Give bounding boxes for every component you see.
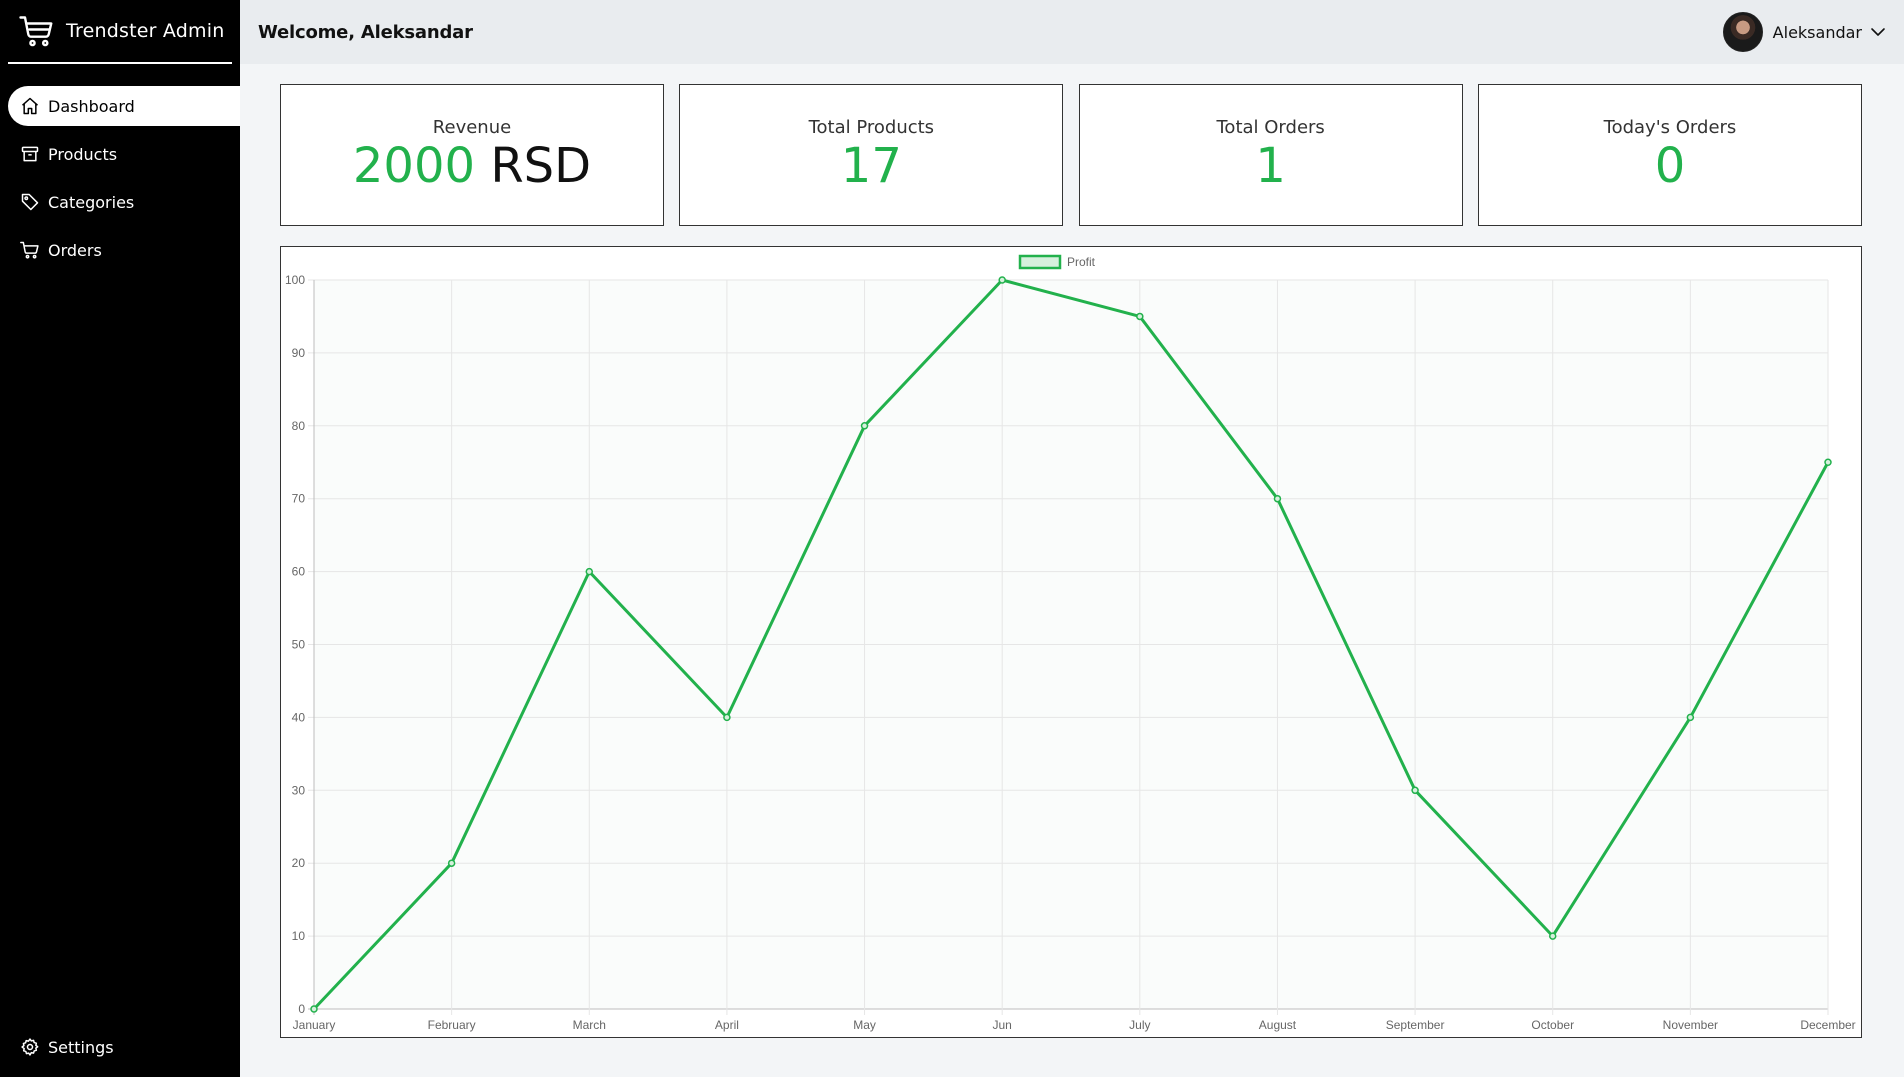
todays-orders-card: Today's Orders 0 — [1477, 84, 1862, 226]
sidebar-item-label: Orders — [48, 240, 102, 260]
settings-label: Settings — [48, 1037, 114, 1057]
card-label: Revenue — [432, 117, 512, 138]
y-tick-label: 50 — [292, 638, 306, 652]
card-value: 1 — [1255, 138, 1286, 194]
x-tick-label: Jun — [993, 1018, 1012, 1032]
sidebar-nav: Dashboard Products Categories Orders — [0, 86, 240, 270]
revenue-currency: RSD — [490, 138, 592, 194]
tag-icon — [21, 193, 39, 211]
card-label: Today's Orders — [1603, 117, 1737, 138]
x-tick-label: May — [853, 1018, 876, 1032]
y-tick-label: 60 — [292, 565, 306, 579]
revenue-card: Revenue 2000 RSD — [280, 84, 664, 226]
chevron-down-icon[interactable] — [1870, 24, 1886, 40]
sidebar-item-label: Dashboard — [48, 96, 135, 116]
brand-name: Trendster Admin — [66, 20, 225, 42]
stat-cards: Revenue 2000 RSD Total Products 17 Total… — [280, 84, 1862, 226]
x-tick-label: September — [1386, 1018, 1445, 1032]
legend-swatch — [1018, 254, 1062, 270]
x-tick-label: December — [1800, 1018, 1855, 1032]
x-tick-label: January — [293, 1018, 336, 1032]
card-label: Total Products — [808, 117, 935, 138]
x-tick-label: July — [1129, 1018, 1150, 1032]
x-tick-label: April — [715, 1018, 739, 1032]
sidebar-item-categories[interactable]: Categories — [8, 182, 240, 222]
data-point — [860, 422, 869, 430]
data-point — [1273, 494, 1282, 503]
welcome-message: Welcome, Aleksandar — [258, 21, 473, 43]
data-point — [585, 567, 594, 576]
card-value: 17 — [840, 138, 902, 194]
total-orders-card: Total Orders 1 — [1078, 84, 1463, 226]
card-value: 2000 RSD — [353, 140, 591, 192]
total-products-card: Total Products 17 — [679, 84, 1064, 226]
x-tick-label: November — [1663, 1018, 1718, 1032]
data-point — [310, 1005, 318, 1013]
data-point — [1136, 312, 1144, 321]
sidebar-item-settings[interactable]: Settings — [8, 1027, 114, 1067]
x-tick-label: August — [1259, 1018, 1297, 1032]
card-label: Total Orders — [1216, 117, 1325, 138]
home-icon — [22, 97, 38, 115]
sidebar-item-orders[interactable]: Orders — [8, 230, 240, 270]
y-tick-label: 30 — [292, 783, 306, 797]
profit-line-chart: 0 10 20 30 40 50 60 70 80 90 100 January February Mar… — [285, 254, 1856, 1032]
x-tick-label: March — [573, 1018, 606, 1032]
avatar[interactable] — [1722, 12, 1763, 52]
y-tick-label: 20 — [292, 856, 306, 870]
sidebar: Trendster Admin Dashboard Products Categ… — [0, 0, 240, 1077]
gear-icon — [21, 1038, 39, 1056]
user-name: Aleksandar — [1772, 22, 1862, 42]
legend-label: Profit — [1067, 255, 1096, 269]
brand[interactable]: Trendster Admin — [8, 0, 232, 64]
top-header: Welcome, Aleksandar Aleksandar — [240, 0, 1904, 64]
y-tick-label: 0 — [298, 1002, 305, 1016]
sidebar-item-label: Products — [48, 144, 118, 164]
archive-icon — [21, 146, 39, 162]
y-tick-label: 90 — [292, 346, 306, 360]
cart-icon — [20, 241, 39, 259]
data-point — [1411, 786, 1419, 795]
y-tick-label: 80 — [292, 419, 306, 433]
card-value: 0 — [1654, 138, 1686, 194]
data-point — [1548, 932, 1557, 940]
revenue-amount: 2000 — [352, 138, 476, 194]
profit-chart: 0 10 20 30 40 50 60 70 80 90 100 January February Mar… — [280, 246, 1862, 1038]
data-point — [723, 713, 731, 722]
y-tick-label: 40 — [292, 710, 306, 724]
data-point — [447, 859, 456, 867]
x-tick-label: February — [428, 1018, 476, 1032]
y-tick-label: 10 — [292, 929, 306, 943]
sidebar-item-label: Categories — [48, 192, 135, 212]
y-tick-label: 100 — [285, 273, 305, 287]
user-menu[interactable]: Aleksandar — [1722, 12, 1886, 52]
data-point — [1824, 458, 1832, 466]
data-point — [998, 276, 1006, 284]
cart-icon — [19, 16, 53, 47]
data-point — [1686, 713, 1695, 722]
sidebar-item-dashboard[interactable]: Dashboard — [8, 86, 240, 126]
sidebar-item-products[interactable]: Products — [8, 134, 240, 174]
x-tick-label: October — [1531, 1018, 1574, 1032]
y-tick-label: 70 — [292, 492, 306, 506]
